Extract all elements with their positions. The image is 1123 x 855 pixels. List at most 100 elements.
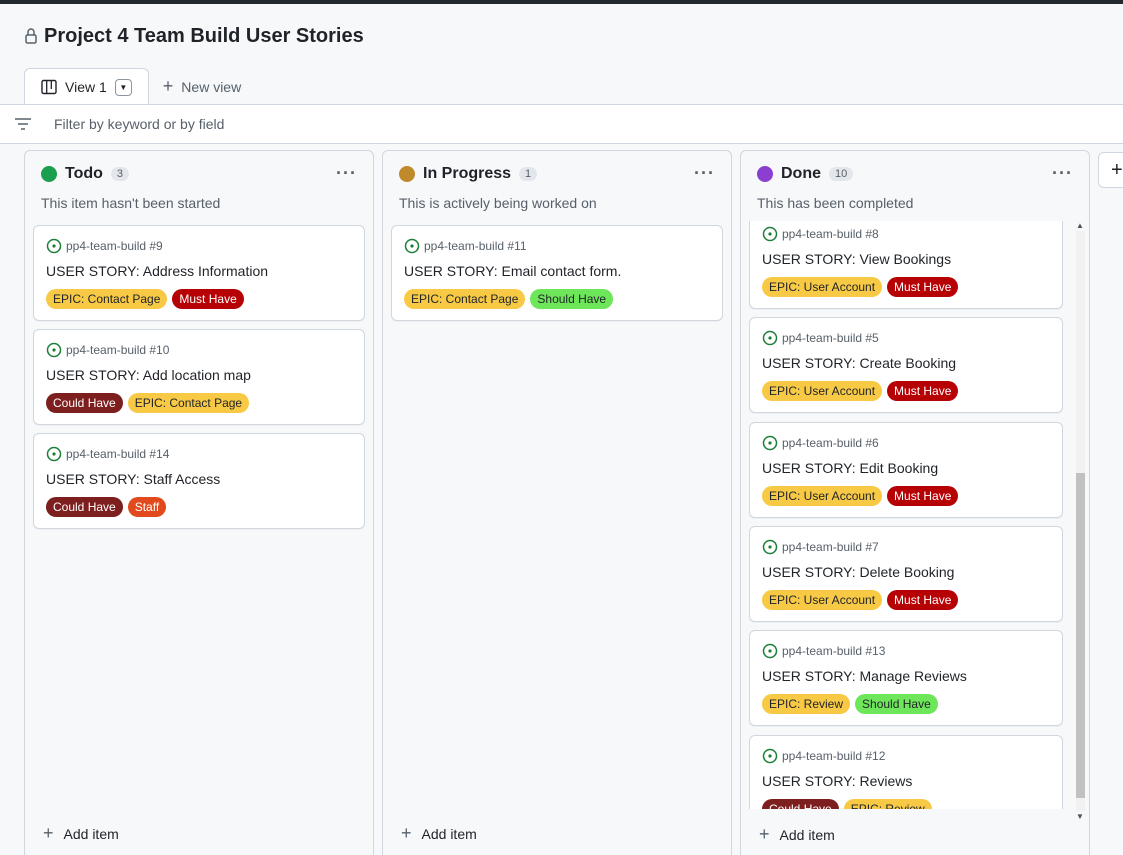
label-badge[interactable]: EPIC: User Account [762, 381, 883, 402]
issue-card[interactable]: pp4-team-build #5 USER STORY: Create Book… [749, 317, 1063, 414]
add-item-button[interactable]: + Add item [401, 823, 477, 844]
plus-icon: + [1111, 158, 1123, 181]
new-view-button[interactable]: + New view [149, 68, 257, 105]
label-badge[interactable]: Should Have [855, 694, 938, 715]
column-title: Done [781, 165, 821, 182]
add-item-label: Add item [779, 826, 835, 843]
column-scrollbar[interactable]: ▲ ▼ [1074, 221, 1087, 821]
issue-labels: EPIC: User Account Must Have [762, 589, 959, 610]
label-badge[interactable]: EPIC: Review [762, 694, 851, 715]
column-cards: pp4-team-build #9 USER STORY: Address Inf… [33, 221, 365, 809]
scroll-down-icon[interactable]: ▼ [1076, 812, 1084, 821]
issue-card[interactable]: pp4-team-build #8 USER STORY: View Bookin… [749, 221, 1063, 309]
issue-card[interactable]: pp4-team-build #12 USER STORY: Reviews Cou… [749, 734, 1063, 809]
label-badge[interactable]: Must Have [887, 485, 959, 506]
label-badge[interactable]: Staff [127, 497, 167, 517]
issue-ref: pp4-team-build #13 [762, 643, 885, 659]
issue-ref-text[interactable]: pp4-team-build #13 [782, 644, 885, 658]
label-badge[interactable]: EPIC: Review [843, 798, 932, 809]
issue-labels: Could Have Staff [46, 497, 167, 517]
label-badge[interactable]: Could Have [46, 497, 123, 517]
column-menu-icon[interactable]: ··· [1052, 163, 1073, 184]
label-badge[interactable]: Must Have [887, 589, 959, 610]
open-issue-icon [46, 446, 62, 462]
add-item-button[interactable]: + Add item [43, 823, 119, 844]
filter-input[interactable]: Filter by keyword or by field [54, 116, 224, 132]
issue-title[interactable]: USER STORY: Email contact form. [404, 263, 621, 279]
open-issue-icon [762, 643, 778, 659]
add-column-button[interactable]: + [1098, 152, 1123, 188]
column-description: This item hasn't been started [41, 195, 221, 211]
label-badge[interactable]: EPIC: User Account [762, 485, 883, 506]
issue-labels: EPIC: Contact Page Must Have [46, 289, 244, 309]
issue-labels: EPIC: Review Should Have [762, 694, 938, 715]
scroll-up-icon[interactable]: ▲ [1076, 221, 1084, 230]
issue-card[interactable]: pp4-team-build #10 USER STORY: Add locati… [33, 329, 365, 425]
issue-card[interactable]: pp4-team-build #11 USER STORY: Email cont… [391, 225, 723, 321]
column-header: Todo 3 [41, 165, 130, 183]
add-item-button[interactable]: + Add item [759, 824, 835, 845]
issue-ref: pp4-team-build #6 [762, 435, 879, 451]
issue-title[interactable]: USER STORY: Staff Access [46, 471, 220, 487]
issue-ref-text[interactable]: pp4-team-build #7 [782, 540, 879, 554]
issue-ref: pp4-team-build #9 [46, 238, 163, 254]
status-dot-icon [399, 166, 415, 182]
filter-icon[interactable] [14, 117, 32, 131]
column-menu-icon[interactable]: ··· [694, 163, 715, 184]
plus-icon: + [43, 823, 54, 843]
column-done: Done 10 ··· This has been completed pp4-team… [740, 150, 1090, 855]
column-in-progress: In Progress 1 ··· This is actively being wo… [382, 150, 732, 855]
issue-labels: EPIC: User Account Must Have [762, 485, 959, 506]
issue-card[interactable]: pp4-team-build #6 USER STORY: Edit Bookin… [749, 421, 1063, 518]
issue-card[interactable]: pp4-team-build #9 USER STORY: Address Inf… [33, 225, 365, 321]
issue-title[interactable]: USER STORY: Edit Booking [762, 460, 938, 476]
issue-ref-text[interactable]: pp4-team-build #9 [66, 239, 163, 253]
issue-labels: Could Have EPIC: Contact Page [46, 393, 250, 413]
issue-card[interactable]: pp4-team-build #13 USER STORY: Manage Rev… [749, 630, 1063, 727]
issue-title[interactable]: USER STORY: Delete Booking [762, 564, 954, 580]
label-badge[interactable]: EPIC: Contact Page [46, 289, 168, 309]
column-cards: pp4-team-build #11 USER STORY: Email cont… [391, 221, 723, 809]
label-badge[interactable]: EPIC: Contact Page [127, 393, 250, 413]
label-badge[interactable]: Could Have [46, 393, 123, 413]
issue-ref-text[interactable]: pp4-team-build #10 [66, 343, 169, 357]
label-badge[interactable]: EPIC: User Account [762, 589, 883, 610]
issue-ref-text[interactable]: pp4-team-build #11 [424, 239, 527, 253]
issue-title[interactable]: USER STORY: Reviews [762, 773, 912, 789]
issue-title[interactable]: USER STORY: Add location map [46, 367, 251, 383]
label-badge[interactable]: EPIC: Contact Page [404, 289, 526, 309]
issue-labels: EPIC: User Account Must Have [762, 381, 959, 402]
plus-icon: + [759, 824, 770, 844]
issue-card[interactable]: pp4-team-build #7 USER STORY: Delete Book… [749, 525, 1063, 622]
issue-title[interactable]: USER STORY: Manage Reviews [762, 668, 967, 684]
open-issue-icon [762, 331, 778, 346]
view-options-button[interactable]: ▼ [114, 78, 132, 96]
label-badge[interactable]: Must Have [172, 289, 244, 309]
issue-ref-text[interactable]: pp4-team-build #12 [782, 749, 885, 763]
column-menu-icon[interactable]: ··· [336, 163, 357, 184]
issue-ref-text[interactable]: pp4-team-build #5 [782, 331, 879, 345]
issue-ref-text[interactable]: pp4-team-build #8 [782, 227, 879, 241]
column-description: This is actively being worked on [399, 195, 597, 211]
scrollbar-thumb[interactable] [1076, 473, 1085, 798]
issue-ref-text[interactable]: pp4-team-build #14 [66, 447, 169, 461]
issue-card[interactable]: pp4-team-build #14 USER STORY: Staff Acce… [33, 433, 365, 529]
open-issue-icon [762, 539, 778, 555]
label-badge[interactable]: Must Have [887, 277, 959, 297]
add-item-label: Add item [63, 825, 119, 842]
label-badge[interactable]: Must Have [887, 381, 959, 402]
issue-ref: pp4-team-build #5 [762, 330, 879, 346]
top-border [0, 0, 1123, 4]
issue-title[interactable]: USER STORY: Create Booking [762, 355, 956, 371]
plus-icon: + [162, 76, 174, 96]
label-badge[interactable]: Should Have [530, 289, 614, 309]
issue-ref: pp4-team-build #8 [762, 226, 879, 242]
label-badge[interactable]: EPIC: User Account [762, 277, 883, 297]
label-badge[interactable]: Could Have [762, 798, 839, 809]
issue-title[interactable]: USER STORY: View Bookings [762, 251, 951, 267]
tab-view-1[interactable]: View 1 ▼ [24, 68, 149, 105]
column-title: Todo [65, 165, 103, 182]
issue-title[interactable]: USER STORY: Address Information [46, 263, 268, 279]
issue-ref-text[interactable]: pp4-team-build #6 [782, 436, 879, 450]
open-issue-icon [404, 238, 420, 254]
